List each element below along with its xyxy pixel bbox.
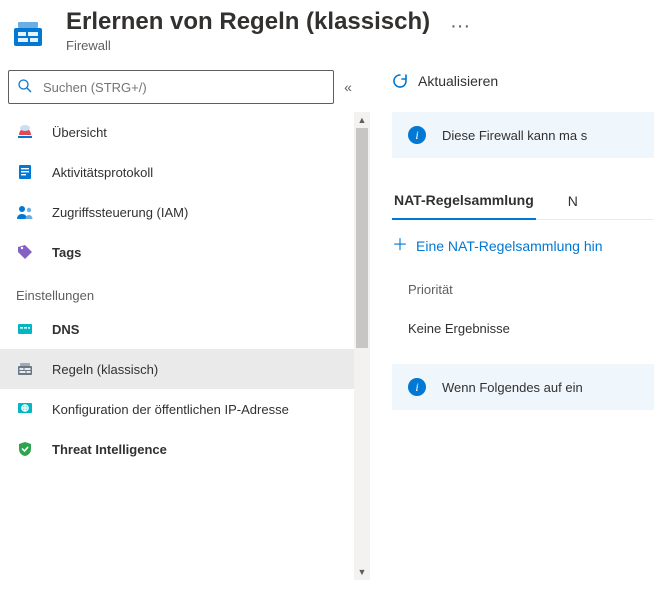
- menu-search[interactable]: [8, 70, 334, 104]
- sidebar-item-rules-classic[interactable]: Regeln (klassisch): [0, 349, 370, 389]
- no-results-text: Keine Ergebnisse: [392, 321, 654, 336]
- dns-icon: [16, 320, 34, 338]
- sidebar-item-label: Regeln (klassisch): [52, 362, 158, 377]
- info-banner-text-2: Wenn Folgendes auf ein: [442, 380, 583, 395]
- overview-icon: [16, 123, 34, 141]
- iam-icon: [16, 203, 34, 221]
- refresh-button[interactable]: Aktualisieren: [392, 73, 498, 89]
- tab-next-rule-collection[interactable]: N: [566, 193, 580, 219]
- search-icon: [17, 78, 33, 97]
- add-nat-label: Eine NAT-Regelsammlung hin: [416, 238, 603, 254]
- sidebar-item-label: Tags: [52, 245, 81, 260]
- sidebar-scrollbar[interactable]: ▲ ▼: [354, 112, 370, 580]
- sidebar-item-label: Übersicht: [52, 125, 107, 140]
- info-banner-text: Diese Firewall kann ma s: [442, 128, 587, 143]
- search-input[interactable]: [41, 79, 325, 96]
- column-header-priority: Priorität: [392, 282, 654, 297]
- resource-type-subtitle: Firewall: [66, 38, 430, 53]
- refresh-label: Aktualisieren: [418, 73, 498, 89]
- info-banner-manageable: i Diese Firewall kann ma s: [392, 112, 654, 158]
- sidebar-item-label: Konfiguration der öffentlichen IP-Adress…: [52, 402, 289, 417]
- public-ip-icon: [16, 400, 34, 418]
- add-nat-rule-collection-button[interactable]: ＋ Eine NAT-Regelsammlung hin: [392, 238, 654, 254]
- sidebar-item-dns[interactable]: DNS: [0, 309, 370, 349]
- activity-log-icon: [16, 163, 34, 181]
- scrollbar-down-button[interactable]: ▼: [354, 564, 370, 580]
- collapse-menu-button[interactable]: «: [334, 79, 362, 95]
- threat-intelligence-icon: [16, 440, 34, 458]
- plus-icon: ＋: [392, 238, 408, 254]
- firewall-rules-icon: [16, 360, 34, 378]
- info-icon: i: [408, 126, 426, 144]
- rule-collection-tabs: NAT-Regelsammlung N: [392, 192, 654, 220]
- info-icon: i: [408, 378, 426, 396]
- refresh-icon: [392, 73, 408, 89]
- sidebar-group-settings: Einstellungen: [0, 272, 370, 309]
- sidebar-item-public-ip-config[interactable]: Konfiguration der öffentlichen IP-Adress…: [0, 389, 370, 429]
- page-title: Erlernen von Regeln (klassisch): [66, 8, 430, 36]
- sidebar-item-iam[interactable]: Zugriffssteuerung (IAM): [0, 192, 370, 232]
- sidebar-item-activity-log[interactable]: Aktivitätsprotokoll: [0, 152, 370, 192]
- firewall-resource-icon: [8, 14, 48, 54]
- sidebar-item-tags[interactable]: Tags: [0, 232, 370, 272]
- sidebar-item-label: Aktivitätsprotokoll: [52, 165, 153, 180]
- scrollbar-up-button[interactable]: ▲: [354, 112, 370, 128]
- scrollbar-thumb[interactable]: [356, 128, 368, 348]
- info-banner-conditional: i Wenn Folgendes auf ein: [392, 364, 654, 410]
- sidebar-item-label: Threat Intelligence: [52, 442, 167, 457]
- sidebar-item-threat-intelligence[interactable]: Threat Intelligence: [0, 429, 370, 469]
- tab-nat-rule-collection[interactable]: NAT-Regelsammlung: [392, 192, 536, 220]
- more-actions-button[interactable]: ···: [440, 8, 480, 44]
- sidebar-item-label: Zugriffssteuerung (IAM): [52, 205, 188, 220]
- tags-icon: [16, 243, 34, 261]
- sidebar-item-label: DNS: [52, 322, 79, 337]
- sidebar-item-overview[interactable]: Übersicht: [0, 112, 370, 152]
